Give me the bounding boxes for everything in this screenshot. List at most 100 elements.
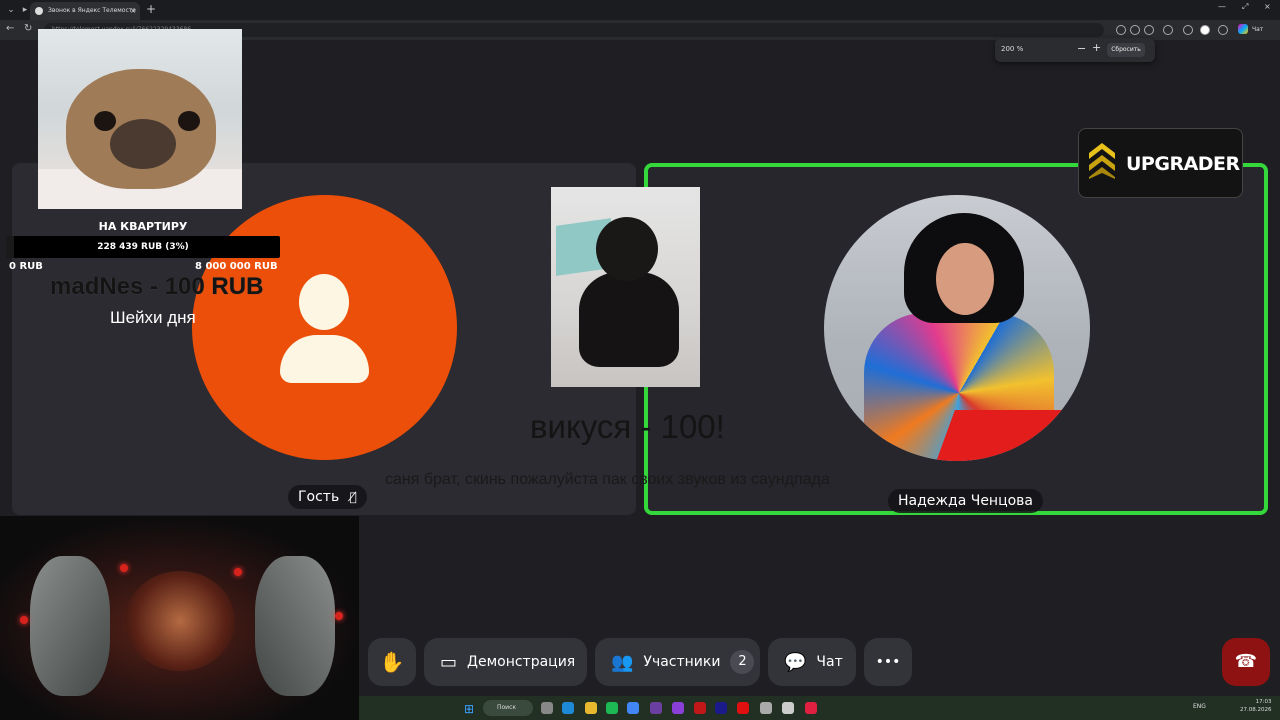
app-icon[interactable]	[760, 702, 772, 714]
audition-icon[interactable]	[715, 702, 727, 714]
donation2-message: саня брат, скинь пожалуйста пак своих зв…	[385, 471, 830, 488]
chrome-icon[interactable]	[627, 702, 639, 714]
nadezhda-name: Надежда Ченцова	[898, 493, 1034, 509]
demon-eye-shape	[234, 568, 242, 576]
chat-bubble-icon: 💬	[784, 651, 807, 673]
more-button[interactable]: •••	[864, 638, 912, 686]
camera-icon[interactable]	[1116, 25, 1126, 35]
goal-max-label: 8 000 000 RUB	[195, 261, 278, 272]
goal-progress-text: 228 439 RUB (3%)	[97, 242, 189, 252]
pug-eye-shape	[178, 111, 200, 131]
zoom-popup: 200 % − + Сбросить	[995, 38, 1155, 62]
donation-message: Шейхи дня	[110, 308, 196, 327]
armor-shape	[255, 556, 335, 696]
new-tab-button[interactable]: +	[146, 2, 156, 16]
demon-webcam-image	[0, 516, 359, 720]
windows-taskbar: ⊞ Поиск ENG	[359, 696, 1280, 720]
bookmarks-icon[interactable]	[1183, 25, 1193, 35]
upgrader-logo: UPGRADER	[1078, 128, 1243, 198]
demon-eye-shape	[20, 616, 28, 624]
clock-date: 27.08.2026	[1240, 707, 1272, 713]
taskview-icon[interactable]	[541, 702, 553, 714]
goal-min-label: 0 RUB	[9, 261, 43, 272]
app-icon[interactable]	[672, 702, 684, 714]
avatar-laptop	[933, 410, 1090, 461]
clock-time: 17:03	[1255, 699, 1272, 705]
goal-title: НА КВАРТИРУ	[98, 220, 188, 233]
language-indicator[interactable]: ENG	[1193, 703, 1206, 710]
donation2-name: викуся - 100!	[530, 408, 725, 445]
telemost-favicon-icon	[35, 7, 43, 15]
app-icon[interactable]	[694, 702, 706, 714]
pug-webcam-image	[38, 29, 242, 209]
hang-up-button[interactable]: ☎	[1222, 638, 1270, 686]
black-pug-image	[551, 187, 700, 387]
armor-shape	[30, 556, 110, 696]
people-icon: 👥	[611, 651, 634, 673]
phone-hangup-icon: ☎	[1234, 651, 1258, 672]
pug-muzzle-shape	[110, 119, 176, 169]
participants-count-badge: 2	[730, 650, 755, 674]
participant-tile-guest[interactable]: Гость 🎙̸	[12, 163, 636, 515]
explorer-icon[interactable]	[585, 702, 597, 714]
guest-avatar	[192, 195, 457, 460]
alice-chat-icon[interactable]	[1238, 24, 1248, 34]
mic-off-icon: 🎙̸	[349, 490, 357, 504]
guest-name: Гость	[298, 489, 340, 505]
demon-eye-shape	[335, 612, 343, 620]
participants-button[interactable]: 👥 Участники 2	[595, 638, 760, 686]
profile-avatar-icon[interactable]	[1200, 25, 1210, 35]
dog-head-shape	[596, 217, 658, 281]
screen-share-label: Демонстрация	[467, 654, 576, 670]
participant-tile-nadezhda[interactable]: Надежда Ченцова	[644, 163, 1268, 515]
guest-nameplate: Гость 🎙̸	[288, 485, 367, 509]
nadezhda-nameplate: Надежда Ченцова	[888, 489, 1044, 513]
upgrader-label: UPGRADER	[1126, 153, 1240, 175]
nadezhda-avatar	[824, 195, 1090, 461]
sync-icon[interactable]	[1163, 25, 1173, 35]
minimize-button[interactable]: —	[1218, 2, 1226, 11]
taskbar-clock[interactable]: 17:03 27.08.2026	[1240, 698, 1272, 714]
raise-hand-button[interactable]: ✋	[368, 638, 416, 686]
close-window-button[interactable]: ×	[1264, 2, 1271, 11]
donation-name: madNes - 100 RUB	[50, 273, 264, 300]
more-dots-icon: •••	[875, 654, 901, 670]
screen-icon: ▭	[440, 651, 458, 673]
browser-chat-label[interactable]: Чат	[1252, 26, 1263, 33]
screen-share-button[interactable]: ▭ Демонстрация	[424, 638, 587, 686]
youtube-icon[interactable]	[737, 702, 749, 714]
windows-start-icon[interactable]: ⊞	[464, 702, 474, 716]
tiktok-icon[interactable]	[805, 702, 817, 714]
downloads-icon[interactable]	[1218, 25, 1228, 35]
person-head-icon	[299, 274, 349, 330]
back-arrow-icon[interactable]: ←	[6, 23, 14, 34]
chat-button[interactable]: 💬 Чат	[768, 638, 856, 686]
steam-icon[interactable]	[782, 702, 794, 714]
goal-progress-bar: 228 439 RUB (3%)	[6, 236, 280, 258]
spotify-icon[interactable]	[606, 702, 618, 714]
browser-tab-bar: ⌄ ▸ Звонок в Яндекс Телемосте × + — ⤢ ×	[0, 0, 1280, 20]
zoom-reset-button[interactable]: Сбросить	[1107, 43, 1145, 57]
app-icon[interactable]	[650, 702, 662, 714]
star-icon[interactable]	[1144, 25, 1154, 35]
maximize-button[interactable]: ⤢	[1242, 2, 1248, 12]
pug-eye-shape	[94, 111, 116, 131]
zoom-out-button[interactable]: −	[1077, 42, 1086, 55]
reload-icon[interactable]: ↻	[24, 23, 32, 34]
chevron-up-icon	[1089, 143, 1115, 179]
zoom-level: 200 %	[1001, 45, 1024, 53]
dog-body-shape	[579, 272, 679, 367]
tab-list-icon[interactable]: ⌄	[4, 3, 18, 17]
edge-icon[interactable]	[562, 702, 574, 714]
tab-close-icon[interactable]: ×	[130, 2, 136, 20]
tab-title: Звонок в Яндекс Телемосте	[48, 7, 136, 14]
person-body-icon	[280, 335, 369, 383]
zoom-in-button[interactable]: +	[1092, 41, 1101, 54]
chat-label: Чат	[816, 654, 843, 670]
tab-telemost[interactable]: Звонок в Яндекс Телемосте ×	[30, 2, 140, 20]
zoom-icon[interactable]	[1130, 25, 1140, 35]
hand-icon: ✋	[379, 650, 405, 674]
participants-label: Участники	[643, 654, 721, 670]
taskbar-search[interactable]: Поиск	[483, 700, 533, 716]
demon-eye-shape	[120, 564, 128, 572]
